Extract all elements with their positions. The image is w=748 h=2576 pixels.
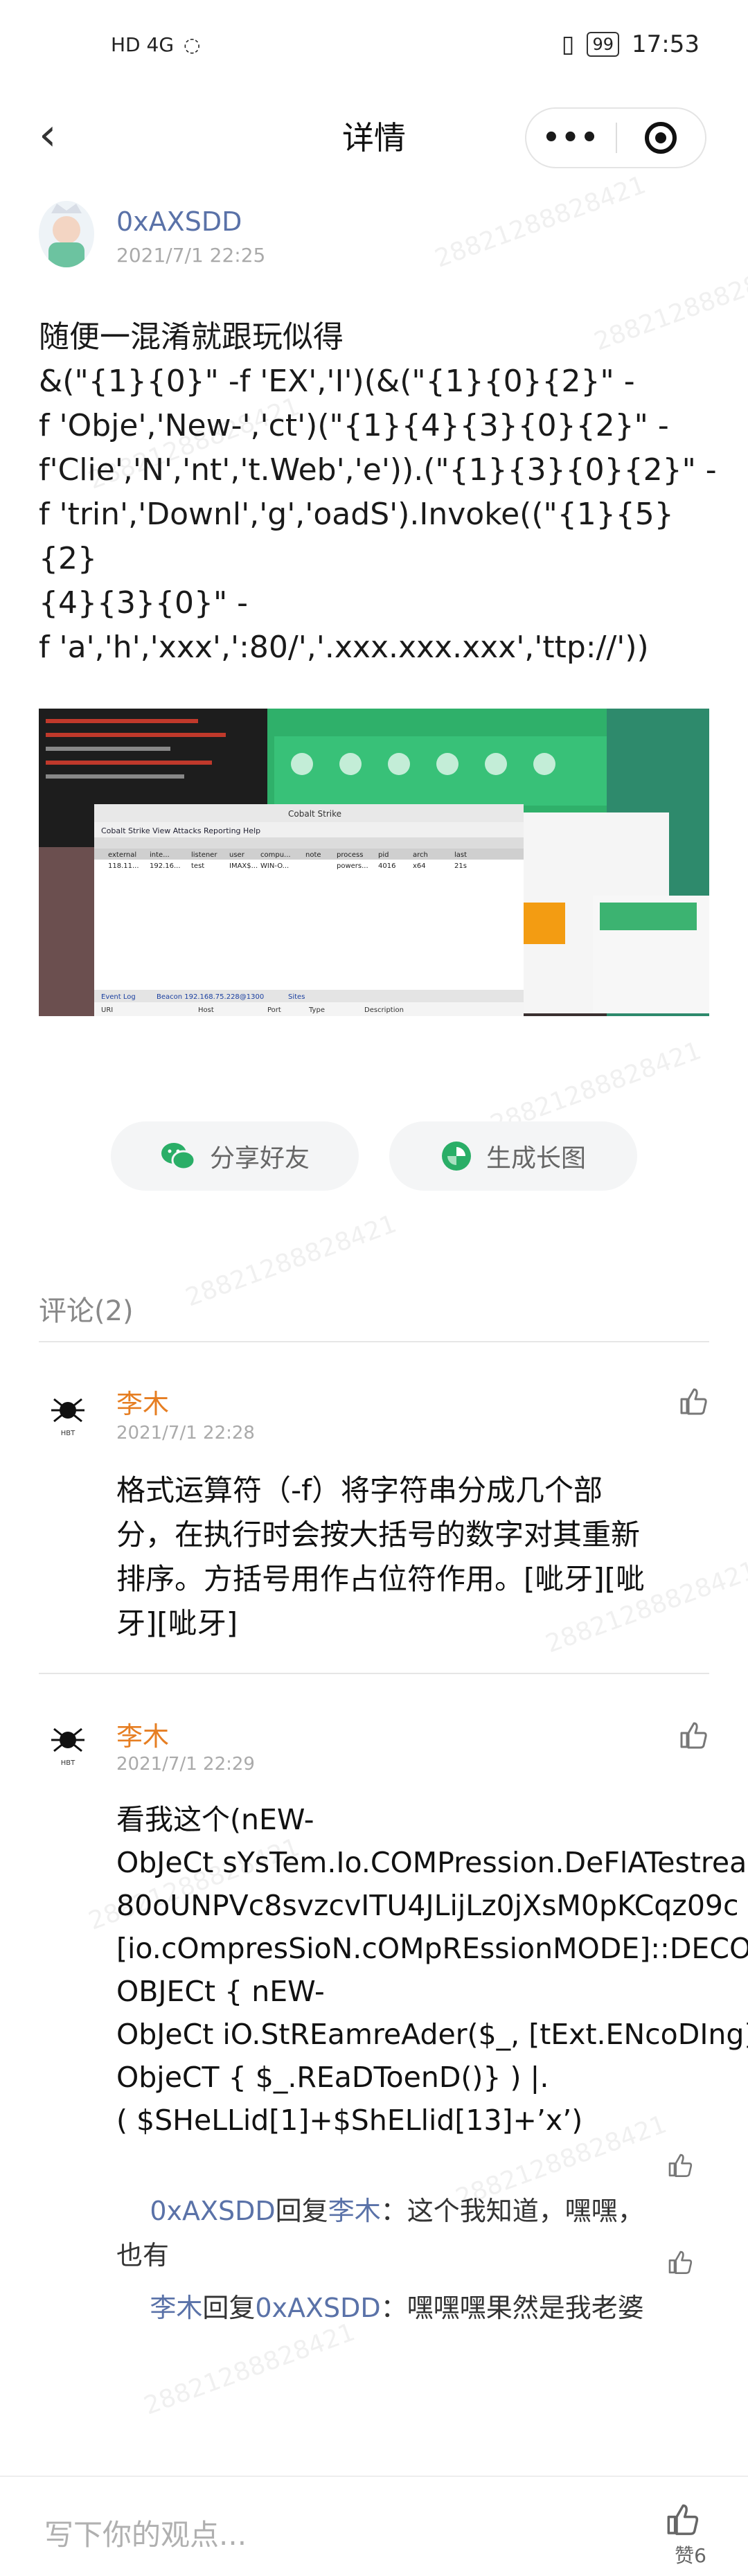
post-image[interactable]: Cobalt Strike Cobalt Strike View Attacks… [39, 709, 709, 1016]
share-friends-label: 分享好友 [209, 1144, 310, 1173]
cs-menu: Cobalt Strike View Attacks Reporting Hel… [101, 826, 260, 835]
reply-action: 回复 [202, 2293, 256, 2323]
commenter-name[interactable]: 李木 [116, 1383, 169, 1421]
comments-divider [39, 1341, 709, 1342]
comment-text: 看我这个(nEW- ObJeCt sYsTem.Io.COMPression.D… [116, 1803, 748, 2137]
svg-text:compu...: compu... [260, 851, 291, 859]
reply-text: ：嘿嘿嘿果然是我老婆 [380, 2293, 644, 2323]
comment-item: HBT 李木 2021/7/1 22:29 看我这个(nEW- ObJeCt s… [0, 1687, 748, 2380]
svg-text:Description: Description [364, 1006, 404, 1014]
vibrate-icon: ▯ [561, 30, 575, 58]
comments-title: 评论(2) [39, 1295, 134, 1327]
target-icon [645, 122, 677, 154]
svg-text:arch: arch [413, 851, 428, 859]
svg-text:Type: Type [308, 1006, 325, 1014]
svg-text:URI: URI [101, 1006, 113, 1014]
share-friends-button[interactable]: 分享好友 [111, 1121, 359, 1191]
svg-text:IMAX$...: IMAX$... [229, 862, 258, 870]
svg-text:process: process [337, 851, 363, 859]
comment-divider [39, 1673, 709, 1674]
svg-text:inte...: inte... [150, 851, 170, 859]
reply-from[interactable]: 李木 [150, 2293, 202, 2323]
svg-text:note: note [305, 851, 321, 859]
svg-text:x64: x64 [413, 862, 426, 870]
comment-date: 2021/7/1 22:29 [116, 1754, 255, 1775]
clock: 17:53 [632, 30, 700, 58]
svg-text:HBT: HBT [61, 1430, 75, 1437]
author-avatar[interactable] [39, 201, 94, 267]
more-button[interactable]: ••• [526, 122, 616, 154]
svg-text:listener: listener [191, 851, 217, 859]
comment-input[interactable]: 写下你的观点... [44, 2512, 247, 2554]
generate-long-image-label: 生成长图 [486, 1144, 586, 1173]
svg-text:pid: pid [378, 851, 389, 859]
like-icon[interactable] [676, 1384, 709, 1417]
svg-text:test: test [191, 862, 204, 870]
author-name[interactable]: 0xAXSDD [116, 206, 242, 237]
svg-text:last: last [454, 851, 467, 859]
svg-text:WIN-O...: WIN-O... [260, 862, 289, 870]
reply-to[interactable]: 0xAXSDD [255, 2293, 380, 2323]
svg-text:Beacon 192.168.75.228@1300: Beacon 192.168.75.228@1300 [157, 993, 264, 1001]
like-icon[interactable] [676, 1718, 709, 1751]
moments-icon [441, 1142, 471, 1171]
svg-text:192.16...: 192.16... [150, 862, 181, 870]
mini-program-capsule: ••• [525, 107, 706, 168]
like-count: 赞6 [675, 2544, 706, 2567]
commenter-name[interactable]: 李木 [116, 1715, 169, 1753]
svg-text:21s: 21s [454, 862, 467, 870]
comment-input-bar: 写下你的观点... 赞6 [0, 2476, 748, 2576]
post-date: 2021/7/1 22:25 [116, 244, 266, 267]
nav-bar: ‹ 详情 ••• [0, 94, 748, 187]
wifi-icon: ◌ [184, 33, 201, 56]
svg-text:powers...: powers... [337, 862, 368, 870]
svg-text:4016: 4016 [378, 862, 395, 870]
battery-indicator: 99 [587, 32, 620, 57]
like-icon[interactable] [665, 2150, 694, 2179]
comment-text: 格式运算符（-f）将字符串分成几个部 分，在执行时会按大括号的数字对其重新 排序… [116, 1473, 645, 1640]
svg-text:Sites: Sites [288, 993, 305, 1001]
commenter-avatar[interactable]: HBT [39, 1385, 97, 1444]
generate-long-image-button[interactable]: 生成长图 [389, 1121, 637, 1191]
like-icon[interactable] [665, 2247, 694, 2276]
comment-item: HBT 李木 2021/7/1 22:28 格式运算符（-f）将字符串分成几个部… [0, 1358, 748, 1662]
svg-text:Port: Port [267, 1006, 281, 1014]
reply-to[interactable]: 李木 [328, 2196, 381, 2226]
status-bar: HD 4G ◌ ▯ 99 17:53 [0, 0, 748, 94]
like-icon[interactable] [662, 2499, 701, 2538]
svg-text:118.11...: 118.11... [108, 862, 139, 870]
svg-text:Event Log: Event Log [101, 993, 136, 1001]
svg-text:user: user [229, 851, 245, 859]
comment-date: 2021/7/1 22:28 [116, 1423, 255, 1444]
wechat-icon [161, 1143, 196, 1171]
network-indicator: HD 4G [111, 33, 175, 56]
reply-from[interactable]: 0xAXSDD [150, 2196, 275, 2226]
cs-window-title: Cobalt Strike [288, 809, 341, 819]
svg-text:HBT: HBT [61, 1759, 75, 1767]
commenter-avatar[interactable]: HBT [39, 1715, 97, 1773]
close-mini-program-button[interactable] [617, 122, 705, 154]
svg-text:external: external [108, 851, 136, 859]
post-text: 随便一混淆就跟玩似得 &("{1}{0}" -f 'EX','I')(&("{1… [39, 319, 717, 665]
reply-item[interactable]: 李木回复0xAXSDD：嘿嘿嘿果然是我老婆 [116, 2241, 657, 2374]
reply-action: 回复 [275, 2196, 328, 2226]
svg-text:Host: Host [198, 1006, 214, 1014]
